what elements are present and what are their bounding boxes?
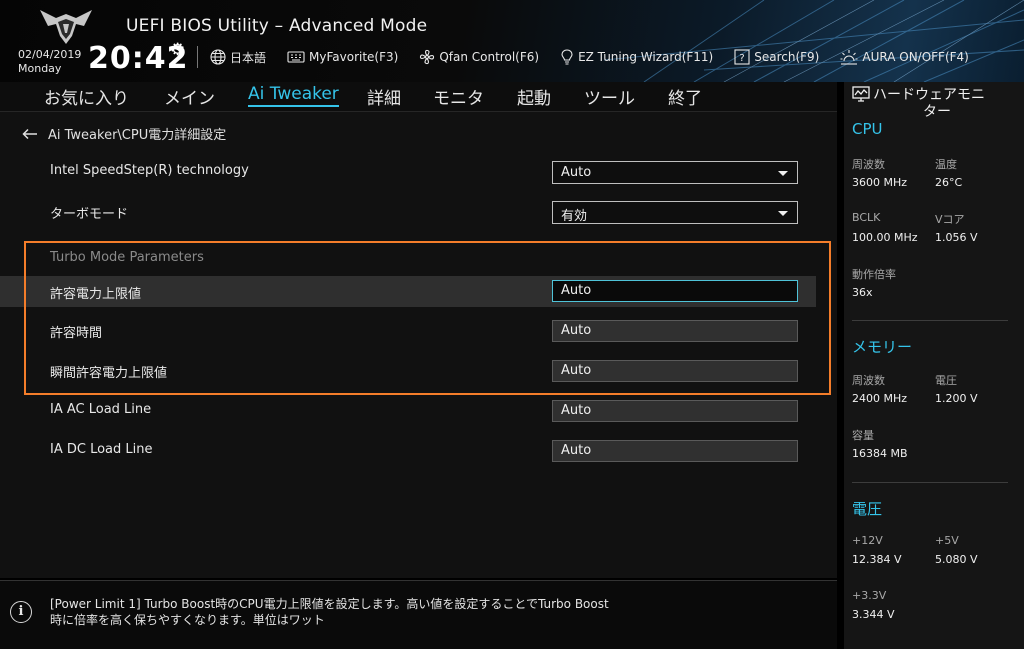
breadcrumb: Ai Tweaker\CPU電力詳細設定 <box>22 124 226 143</box>
cpu-freq-value: 3600 MHz <box>852 176 908 189</box>
monitor-icon <box>852 86 870 102</box>
tab-boot[interactable]: 起動 <box>517 84 551 109</box>
cpu-ratio-value: 36x <box>852 286 873 299</box>
globe-icon <box>210 49 226 65</box>
monitor-divider <box>852 482 1008 483</box>
mem-freq-label: 周波数 <box>852 374 885 387</box>
turbo-mode-select[interactable]: 有効 <box>552 201 798 224</box>
chevron-down-icon <box>778 211 788 216</box>
mem-freq-value: 2400 MHz <box>852 392 908 405</box>
tab-favorites[interactable]: お気に入り <box>44 84 129 109</box>
cpu-ratio-label: 動作倍率 <box>852 268 896 281</box>
header-divider <box>197 46 198 68</box>
aura-icon <box>840 50 858 65</box>
date-display: 02/04/2019 Monday <box>18 48 81 76</box>
tab-tool[interactable]: ツール <box>584 84 635 109</box>
aura-toggle-button[interactable]: AURA ON/OFF(F4) <box>840 49 969 65</box>
v5-label: +5V <box>935 534 959 547</box>
tab-ai-tweaker[interactable]: Ai Tweaker <box>248 84 339 107</box>
ia-ac-loadline-label: IA AC Load Line <box>50 402 152 417</box>
monitor-divider <box>852 320 1008 321</box>
monitor-title-line2: ター <box>923 104 951 120</box>
monitor-title-line1: ハードウェアモニ <box>873 87 985 103</box>
monitor-title: ハードウェアモニ ター <box>852 86 1022 121</box>
turbo-params-highlight-box <box>24 241 831 395</box>
voltage-section-title: 電圧 <box>852 500 883 518</box>
ia-dc-loadline-input[interactable]: Auto <box>552 440 798 462</box>
tab-exit[interactable]: 終了 <box>668 84 702 109</box>
ez-tuning-wizard-label: EZ Tuning Wizard(F11) <box>578 50 714 64</box>
mem-cap-value: 16384 MB <box>852 447 908 460</box>
tab-main[interactable]: メイン <box>164 84 215 109</box>
keyboard-icon <box>287 51 305 63</box>
search-label: Search(F9) <box>754 50 820 64</box>
day-text: Monday <box>18 62 62 75</box>
chevron-down-icon <box>778 171 788 176</box>
cpu-bclk-value: 100.00 MHz <box>852 231 918 244</box>
ia-ac-loadline-input[interactable]: Auto <box>552 400 798 422</box>
gear-icon[interactable]: ⚙ <box>170 40 185 60</box>
speedstep-select[interactable]: Auto <box>552 161 798 184</box>
hardware-monitor-panel: ハードウェアモニ ター CPU 周波数 温度 3600 MHz 26°C BCL… <box>844 82 1024 649</box>
tab-advanced[interactable]: 詳細 <box>367 84 401 109</box>
cpu-temp-value: 26°C <box>935 176 963 189</box>
background-streaks <box>604 0 1024 82</box>
breadcrumb-path: Ai Tweaker\CPU電力詳細設定 <box>48 128 227 143</box>
myfavorite-label: MyFavorite(F3) <box>309 50 399 64</box>
date-text: 02/04/2019 <box>18 48 82 61</box>
main-tabs: お気に入り メイン Ai Tweaker 詳細 モニタ 起動 ツール 終了 <box>0 82 837 112</box>
search-button[interactable]: ? Search(F9) <box>734 49 819 65</box>
fan-icon <box>420 49 435 65</box>
tab-monitor[interactable]: モニタ <box>433 84 484 109</box>
v33-value: 3.344 V <box>852 608 895 621</box>
mem-volt-label: 電圧 <box>935 374 957 387</box>
toolbar: 日本語 MyFavorite(F3) Qfan Control(F6) EZ T… <box>210 46 990 68</box>
language-label: 日本語 <box>230 50 267 65</box>
tuf-gaming-logo <box>40 10 92 44</box>
cpu-temp-label: 温度 <box>935 158 957 171</box>
cpu-vcore-value: 1.056 V <box>935 231 978 244</box>
cpu-vcore-label: Vコア <box>935 213 965 226</box>
mem-volt-value: 1.200 V <box>935 392 978 405</box>
aura-toggle-label: AURA ON/OFF(F4) <box>862 50 969 64</box>
app-title: UEFI BIOS Utility – Advanced Mode <box>126 16 428 36</box>
cpu-bclk-label: BCLK <box>852 211 881 224</box>
ia-dc-loadline-label: IA DC Load Line <box>50 442 153 457</box>
v12-value: 12.384 V <box>852 553 902 566</box>
mem-cap-label: 容量 <box>852 429 874 442</box>
speedstep-label: Intel SpeedStep(R) technology <box>50 163 249 178</box>
search-question-icon: ? <box>734 49 750 65</box>
back-arrow-icon[interactable] <box>22 128 38 140</box>
help-text: [Power Limit 1] Turbo Boost時のCPU電力上限値を設定… <box>50 597 609 627</box>
settings-panel: Ai Tweaker\CPU電力詳細設定 Intel SpeedStep(R) … <box>0 112 837 578</box>
turbo-mode-label: ターボモード <box>50 207 129 222</box>
language-button[interactable]: 日本語 <box>210 49 266 66</box>
v33-label: +3.3V <box>852 589 887 602</box>
qfan-control-label: Qfan Control(F6) <box>439 50 540 64</box>
turbo-mode-value: 有効 <box>561 209 588 224</box>
v12-label: +12V <box>852 534 883 547</box>
qfan-control-button[interactable]: Qfan Control(F6) <box>419 49 539 65</box>
info-icon: i <box>10 601 32 623</box>
help-panel: i [Power Limit 1] Turbo Boost時のCPU電力上限値を… <box>0 580 837 649</box>
memory-section-title: メモリー <box>852 338 913 356</box>
lightbulb-icon <box>561 49 573 65</box>
cpu-section-title: CPU <box>852 120 883 138</box>
svg-text:?: ? <box>740 53 745 64</box>
cpu-freq-label: 周波数 <box>852 158 885 171</box>
myfavorite-button[interactable]: MyFavorite(F3) <box>287 50 398 64</box>
header-bar: UEFI BIOS Utility – Advanced Mode 02/04/… <box>0 0 1024 82</box>
speedstep-value: Auto <box>561 165 592 180</box>
ez-tuning-wizard-button[interactable]: EZ Tuning Wizard(F11) <box>560 49 713 65</box>
v5-value: 5.080 V <box>935 553 978 566</box>
